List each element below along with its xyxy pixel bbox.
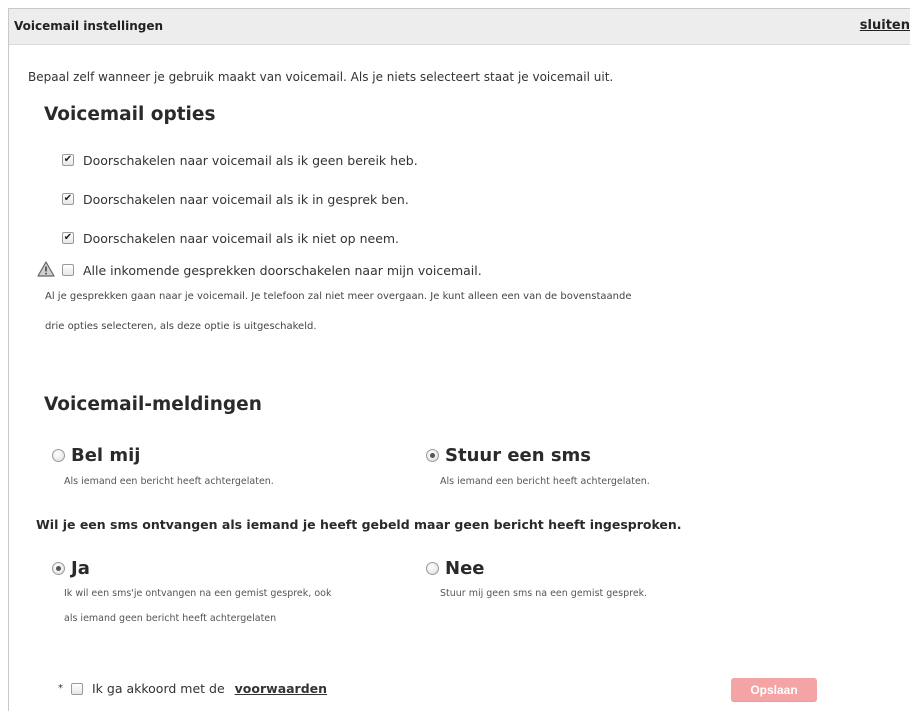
terms-agreement-row: * Ik ga akkoord met de voorwaarden [58, 681, 327, 696]
intro-text: Bepaal zelf wanneer je gebruik maakt van… [28, 70, 614, 84]
radio-yes-label: Ja [71, 558, 90, 579]
option-all-calls[interactable]: Alle inkomende gesprekken doorschakelen … [62, 261, 482, 279]
close-link[interactable]: sluiten [860, 18, 910, 33]
option-no-coverage[interactable]: Doorschakelen naar voicemail als ik geen… [62, 151, 418, 169]
option-all-calls-label: Alle inkomende gesprekken doorschakelen … [83, 262, 482, 278]
radio-yes-button[interactable] [52, 562, 65, 575]
required-marker: * [58, 683, 63, 694]
option-no-coverage-label: Doorschakelen naar voicemail als ik geen… [83, 152, 418, 168]
notifications-heading: Voicemail-meldingen [44, 394, 262, 415]
option-busy[interactable]: Doorschakelen naar voicemail als ik in g… [62, 190, 409, 208]
radio-yes[interactable]: Ja [52, 558, 90, 579]
radio-call-me-label: Bel mij [71, 445, 141, 466]
yes-description-line2: als iemand geen bericht heeft achtergela… [64, 613, 277, 624]
dialog-title: Voicemail instellingen [14, 19, 164, 33]
send-sms-description: Als iemand een bericht heeft achtergelat… [440, 476, 650, 487]
terms-agree-label: Ik ga akkoord met de [92, 681, 225, 696]
option-all-calls-checkbox[interactable] [62, 264, 74, 276]
radio-call-me-button[interactable] [52, 449, 65, 462]
option-no-answer-label: Doorschakelen naar voicemail als ik niet… [83, 230, 400, 246]
yes-description-line1: Ik wil een sms'je ontvangen na een gemis… [64, 588, 332, 599]
radio-send-sms-button[interactable] [426, 449, 439, 462]
radio-call-me[interactable]: Bel mij [52, 445, 140, 466]
radio-no-button[interactable] [426, 562, 439, 575]
dialog-titlebar: Voicemail instellingen sluiten [9, 9, 910, 45]
save-button[interactable]: Opslaan [731, 678, 817, 702]
radio-no[interactable]: Nee [426, 558, 484, 579]
radio-send-sms[interactable]: Stuur een sms [426, 445, 591, 466]
option-no-answer-checkbox[interactable] [62, 232, 74, 244]
all-calls-note-line1: Al je gesprekken gaan naar je voicemail.… [45, 291, 632, 302]
missed-call-question: Wil je een sms ontvangen als iemand je h… [36, 517, 682, 532]
options-heading: Voicemail opties [44, 104, 216, 125]
terms-link[interactable]: voorwaarden [235, 681, 327, 696]
radio-no-label: Nee [445, 558, 485, 579]
option-busy-label: Doorschakelen naar voicemail als ik in g… [83, 191, 409, 207]
option-no-coverage-checkbox[interactable] [62, 154, 74, 166]
all-calls-note-line2: drie opties selecteren, als deze optie i… [45, 321, 317, 332]
option-busy-checkbox[interactable] [62, 193, 74, 205]
option-no-answer[interactable]: Doorschakelen naar voicemail als ik niet… [62, 229, 399, 247]
terms-checkbox[interactable] [71, 682, 83, 695]
call-me-description: Als iemand een bericht heeft achtergelat… [64, 476, 274, 487]
no-description: Stuur mij geen sms na een gemist gesprek… [440, 588, 648, 599]
warning-icon [37, 261, 55, 277]
radio-send-sms-label: Stuur een sms [445, 445, 592, 466]
